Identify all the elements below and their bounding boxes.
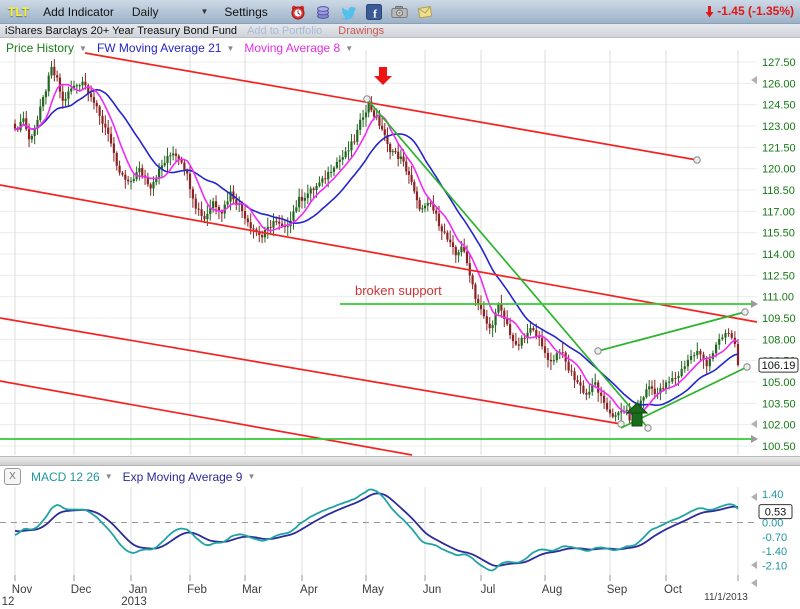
panel-resize-bar[interactable] <box>0 456 800 466</box>
svg-text:-0.70: -0.70 <box>762 532 787 544</box>
close-indicator-button[interactable]: X <box>4 468 21 485</box>
svg-text:100.50: 100.50 <box>762 441 796 453</box>
menu-exp-moving-average-9[interactable]: Exp Moving Average 9 ▼ <box>123 470 266 484</box>
chevron-down-icon: ▼ <box>105 472 113 481</box>
svg-text:Oct: Oct <box>664 584 683 596</box>
svg-text:Aug: Aug <box>542 584 562 596</box>
svg-text:121.50: 121.50 <box>762 142 796 154</box>
add-to-portfolio-link[interactable]: Add to Portfolio <box>247 25 322 37</box>
chevron-down-icon: ▼ <box>201 7 209 16</box>
svg-text:120.00: 120.00 <box>762 164 796 176</box>
svg-text:108.00: 108.00 <box>762 334 796 346</box>
menu-label: Exp Moving Average 9 <box>123 470 243 484</box>
svg-text:Mar: Mar <box>242 584 262 596</box>
chart-canvas[interactable]: broken support 127.50 126.00 124.50 123.00 12… <box>0 0 800 609</box>
interval-select[interactable]: Daily ▼ <box>132 5 209 19</box>
chevron-down-icon: ▼ <box>247 472 255 481</box>
change-value: -1.45 (-1.35%) <box>717 4 794 18</box>
chevron-down-icon: ▼ <box>79 44 87 53</box>
alarm-icon[interactable] <box>290 4 306 20</box>
svg-text:broken support: broken support <box>355 283 442 298</box>
svg-text:Apr: Apr <box>300 584 318 596</box>
svg-text:109.50: 109.50 <box>762 313 796 325</box>
svg-text:0.00: 0.00 <box>762 518 783 530</box>
facebook-icon[interactable]: f <box>366 4 382 20</box>
menu-macd[interactable]: MACD 12 26 ▼ <box>31 470 123 484</box>
svg-text:Feb: Feb <box>187 584 207 596</box>
drawings-link[interactable]: Drawings <box>338 25 384 37</box>
svg-text:115.50: 115.50 <box>762 228 795 240</box>
menu-label: MACD 12 26 <box>31 470 100 484</box>
svg-text:105.00: 105.00 <box>762 377 796 389</box>
price-change: -1.45 (-1.35%) <box>704 4 794 18</box>
symbol-info-bar: iShares Barclays 20+ Year Treasury Bond … <box>0 24 800 38</box>
svg-text:127.50: 127.50 <box>762 57 796 69</box>
svg-text:2013: 2013 <box>121 596 147 608</box>
camera-icon[interactable] <box>391 4 408 20</box>
svg-text:Jul: Jul <box>481 584 496 596</box>
down-arrow-icon <box>704 5 715 18</box>
svg-text:118.50: 118.50 <box>762 185 795 197</box>
svg-text:-1.40: -1.40 <box>762 546 787 558</box>
svg-text:0.53: 0.53 <box>765 507 786 519</box>
top-toolbar: TLT Add Indicator Daily ▼ Settings <box>0 0 800 24</box>
menu-label: FW Moving Average 21 <box>97 41 222 55</box>
coins-icon[interactable] <box>315 4 331 20</box>
svg-text:Jan: Jan <box>129 584 148 596</box>
toolbar-icons: f <box>290 4 433 20</box>
svg-text:117.00: 117.00 <box>762 206 795 218</box>
price-panel-header: Price History ▼ FW Moving Average 21 ▼ M… <box>6 41 363 55</box>
svg-text:May: May <box>362 584 384 596</box>
menu-label: Price History <box>6 41 74 55</box>
note-icon[interactable] <box>417 4 433 20</box>
svg-text:114.00: 114.00 <box>762 249 795 261</box>
menu-price-history[interactable]: Price History ▼ <box>6 41 97 55</box>
svg-text:Sep: Sep <box>607 584 627 596</box>
svg-text:126.00: 126.00 <box>762 78 796 90</box>
svg-text:Dec: Dec <box>71 584 92 596</box>
svg-text:Nov: Nov <box>12 584 33 596</box>
add-indicator-button[interactable]: Add Indicator <box>43 5 114 19</box>
svg-text:103.50: 103.50 <box>762 398 796 410</box>
chevron-down-icon: ▼ <box>345 44 353 53</box>
chart-app-window: broken support 127.50 126.00 124.50 123.00 12… <box>0 0 800 609</box>
menu-fw-moving-average-21[interactable]: FW Moving Average 21 ▼ <box>97 41 244 55</box>
svg-text:123.00: 123.00 <box>762 121 796 133</box>
twitter-icon[interactable] <box>340 4 357 20</box>
svg-text:Jun: Jun <box>423 584 442 596</box>
chevron-down-icon: ▼ <box>226 44 234 53</box>
menu-label: Moving Average 8 <box>244 41 340 55</box>
svg-text:-2.10: -2.10 <box>762 560 787 572</box>
svg-text:12: 12 <box>2 596 15 608</box>
svg-text:11/1/2013: 11/1/2013 <box>704 592 748 603</box>
interval-value: Daily <box>132 5 159 19</box>
menu-moving-average-8[interactable]: Moving Average 8 ▼ <box>244 41 363 55</box>
svg-text:124.50: 124.50 <box>762 100 796 112</box>
svg-text:112.50: 112.50 <box>762 270 795 282</box>
svg-text:106.19: 106.19 <box>762 360 796 372</box>
macd-panel-header: X MACD 12 26 ▼ Exp Moving Average 9 ▼ <box>4 468 265 485</box>
svg-text:102.00: 102.00 <box>762 420 796 432</box>
svg-text:111.00: 111.00 <box>762 292 794 304</box>
settings-button[interactable]: Settings <box>224 5 267 19</box>
fund-name: iShares Barclays 20+ Year Treasury Bond … <box>5 25 237 37</box>
symbol-label[interactable]: TLT <box>8 5 29 19</box>
svg-text:1.40: 1.40 <box>762 489 783 501</box>
